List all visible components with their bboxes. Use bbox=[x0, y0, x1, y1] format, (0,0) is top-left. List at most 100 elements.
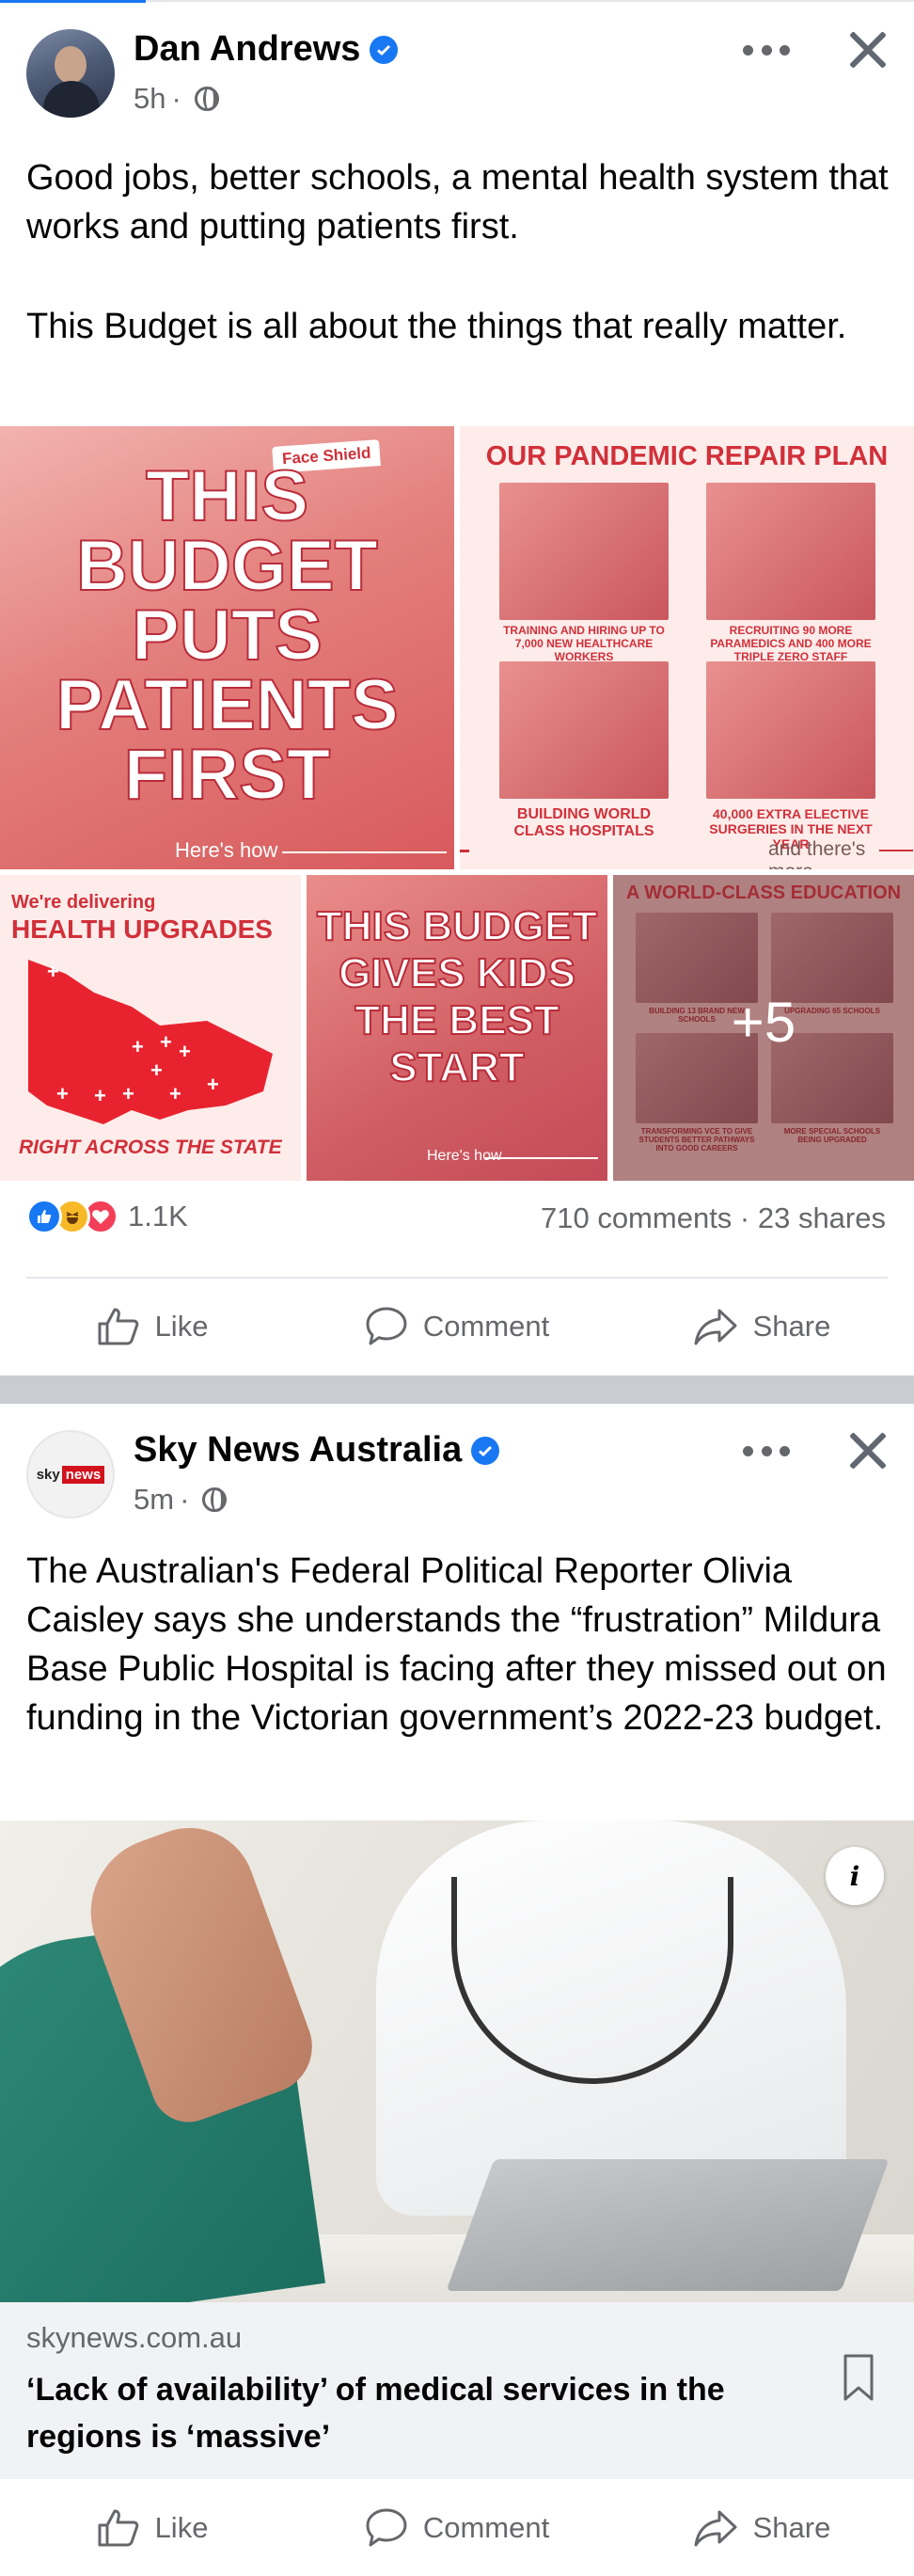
photo-healthcare-workers bbox=[499, 483, 669, 620]
logo-news-text: news bbox=[61, 1465, 105, 1484]
post-text: The Australian's Federal Political Repor… bbox=[26, 1551, 887, 1738]
like-reaction-icon bbox=[26, 1199, 62, 1234]
photo-caption: BUILDING WORLD CLASS HOSPITALS bbox=[513, 806, 654, 839]
comment-label: Comment bbox=[422, 1310, 550, 1343]
author-name[interactable]: Sky News Australia bbox=[134, 1430, 462, 1471]
avatar-body bbox=[43, 81, 100, 118]
tile-title: HEALTH UPGRADES bbox=[11, 914, 273, 944]
svg-text:+: + bbox=[150, 1058, 163, 1082]
comment-label: Comment bbox=[422, 2510, 550, 2544]
tile-headline: THIS BUDGET GIVES KIDS THE BEST START bbox=[316, 902, 598, 1091]
feed-post: sky news Sky News Australia 5m · The Aus… bbox=[0, 1404, 914, 2576]
top-tab-indicator-bar bbox=[0, 0, 914, 3]
image-patients-first[interactable]: Face Shield THIS BUDGET PUTS PATIENTS FI… bbox=[0, 426, 454, 869]
share-button[interactable]: Share bbox=[609, 1294, 914, 1360]
post-time[interactable]: 5m bbox=[134, 1483, 174, 1517]
comment-button[interactable]: Comment bbox=[305, 2479, 609, 2576]
svg-text:+: + bbox=[132, 1035, 144, 1058]
verified-badge-icon bbox=[471, 1436, 500, 1465]
like-button[interactable]: Like bbox=[0, 2479, 305, 2576]
share-label: Share bbox=[752, 1310, 831, 1343]
meta-separator: · bbox=[171, 82, 181, 115]
tile-footer: Here's how bbox=[175, 838, 278, 862]
like-button[interactable]: Like bbox=[0, 1294, 305, 1360]
victoria-map-graphic: + + + + + + + + + + bbox=[28, 960, 273, 1124]
image-health-upgrades[interactable]: We're delivering HEALTH UPGRADES + + + + + +… bbox=[0, 875, 301, 1181]
svg-text:+: + bbox=[169, 1082, 181, 1105]
globe-icon bbox=[194, 87, 219, 111]
photo-hospital-room bbox=[499, 661, 669, 799]
feed-post: Dan Andrews 5h · Good jobs, better schoo… bbox=[0, 3, 914, 1376]
sky-news-logo: sky news bbox=[36, 1465, 105, 1484]
divider bbox=[26, 1277, 888, 1279]
svg-text:+: + bbox=[47, 960, 59, 983]
verified-badge-icon bbox=[370, 35, 399, 64]
photo-surgery bbox=[706, 661, 875, 799]
tile-kicker: We're delivering bbox=[11, 892, 156, 913]
image-kids-best-start[interactable]: THIS BUDGET GIVES KIDS THE BEST START He… bbox=[307, 875, 607, 1181]
reaction-summary[interactable]: 1.1K bbox=[26, 1198, 188, 1235]
author-name[interactable]: Dan Andrews bbox=[134, 29, 360, 70]
image-world-class-education[interactable]: A WORLD-CLASS EDUCATION BUILDING 13 BRAN… bbox=[613, 875, 914, 1181]
photo-caption: TRAINING AND HIRING UP TO 7,000 NEW HEAL… bbox=[503, 624, 665, 663]
post-text-paragraph: This Budget is all about the things that… bbox=[26, 307, 847, 346]
more-images-count[interactable]: +5 bbox=[613, 990, 914, 1055]
svg-text:+: + bbox=[179, 1040, 191, 1063]
link-domain: skynews.com.au bbox=[26, 2321, 243, 2354]
comment-icon bbox=[366, 1307, 407, 1345]
share-label: Share bbox=[752, 2510, 831, 2544]
image-pandemic-repair-plan[interactable]: OUR PANDEMIC REPAIR PLAN TRAINING AND HI… bbox=[460, 426, 914, 869]
post-meta: 5m · bbox=[134, 1483, 228, 1517]
image-grid: Face Shield THIS BUDGET PUTS PATIENTS FI… bbox=[0, 426, 914, 1181]
reaction-count: 1.1K bbox=[128, 1200, 188, 1232]
post-time[interactable]: 5h bbox=[134, 82, 165, 116]
tile-footer: RIGHT ACROSS THE STATE bbox=[19, 1137, 282, 1158]
more-options-icon[interactable] bbox=[743, 1441, 790, 1460]
comment-icon bbox=[366, 2508, 407, 2546]
post-text-paragraph: Good jobs, better schools, a mental heal… bbox=[26, 158, 889, 246]
post-actions: Like Comment Share bbox=[0, 1294, 914, 1360]
like-icon bbox=[98, 2509, 138, 2546]
author-name-row: Dan Andrews bbox=[134, 29, 399, 70]
comment-button[interactable]: Comment bbox=[305, 1294, 609, 1360]
photo-ambulance bbox=[706, 483, 875, 620]
close-icon[interactable] bbox=[843, 24, 895, 76]
bookmark-icon[interactable] bbox=[843, 2353, 875, 2402]
author-name-row: Sky News Australia bbox=[134, 1430, 500, 1471]
link-preview-image[interactable]: i bbox=[0, 1821, 914, 2302]
globe-icon bbox=[202, 1487, 228, 1512]
post-actions: Like Comment Share bbox=[0, 2479, 914, 2576]
share-icon bbox=[694, 2510, 737, 2546]
share-icon bbox=[694, 1309, 737, 1345]
share-button[interactable]: Share bbox=[609, 2479, 914, 2576]
more-options-icon[interactable] bbox=[743, 40, 790, 59]
tile-footer: and there's more bbox=[768, 838, 866, 869]
page-avatar[interactable]: sky news bbox=[26, 1430, 115, 1519]
feed-separator bbox=[0, 1375, 914, 1404]
like-label: Like bbox=[154, 2510, 209, 2544]
photo-caption: RECRUITING 90 MORE PARAMEDICS AND 400 MO… bbox=[710, 624, 872, 663]
svg-text:+: + bbox=[122, 1082, 134, 1105]
svg-text:+: + bbox=[56, 1082, 69, 1105]
tile-headline: THIS BUDGET PUTS PATIENTS FIRST bbox=[55, 456, 400, 815]
footer-rule bbox=[485, 1157, 598, 1159]
logo-sky-text: sky bbox=[36, 1466, 60, 1483]
footer-rule bbox=[879, 850, 913, 851]
link-preview-card[interactable]: skynews.com.au ‘Lack of availability’ of… bbox=[0, 2302, 914, 2479]
tile-title: OUR PANDEMIC REPAIR PLAN bbox=[485, 441, 889, 471]
info-icon[interactable]: i bbox=[826, 1847, 884, 1905]
laptop bbox=[446, 2159, 890, 2291]
footer-rule bbox=[460, 850, 469, 852]
comments-shares-count[interactable]: 710 comments · 23 shares bbox=[541, 1201, 886, 1235]
author-avatar[interactable] bbox=[26, 29, 115, 118]
svg-text:+: + bbox=[160, 1030, 172, 1054]
meta-separator: · bbox=[180, 1483, 190, 1516]
post-meta: 5h · bbox=[134, 82, 219, 116]
tile-footer: Here's how bbox=[427, 1148, 502, 1164]
like-icon bbox=[98, 1308, 138, 1345]
link-headline: ‘Lack of availability’ of medical servic… bbox=[26, 2372, 725, 2455]
footer-rule bbox=[282, 851, 447, 853]
close-icon[interactable] bbox=[843, 1424, 895, 1477]
svg-text:+: + bbox=[207, 1073, 219, 1096]
avatar-face bbox=[55, 46, 87, 84]
